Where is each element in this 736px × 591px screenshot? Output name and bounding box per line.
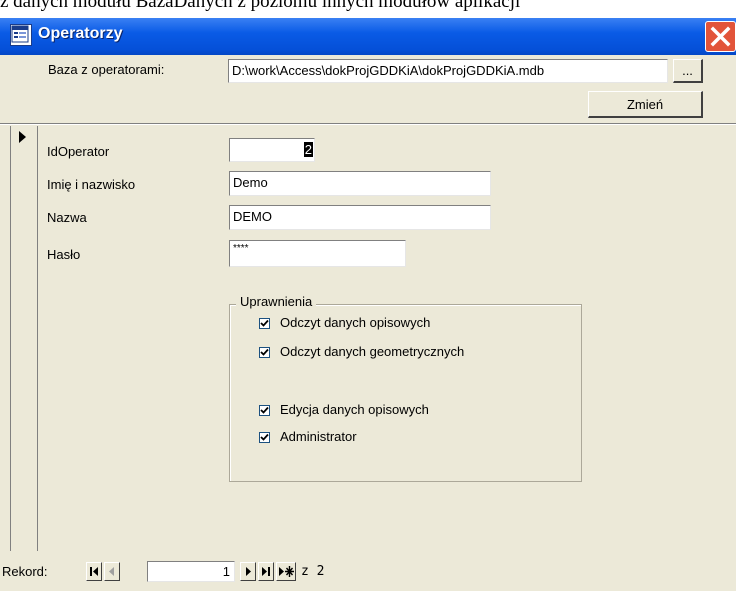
perm-edit-desc-checkbox[interactable]: [259, 405, 270, 416]
last-record-button[interactable]: [258, 562, 274, 581]
id-field[interactable]: 2: [229, 138, 315, 162]
next-record-icon: [246, 567, 251, 576]
perm-admin-checkbox[interactable]: [259, 432, 270, 443]
change-button[interactable]: Zmień: [588, 91, 703, 118]
new-record-button[interactable]: [276, 562, 296, 581]
previous-record-button[interactable]: [104, 562, 120, 581]
first-record-button[interactable]: [86, 562, 102, 581]
perm-read-desc-checkbox[interactable]: [259, 318, 270, 329]
record-selector-arrow-icon: [19, 131, 26, 143]
document-caption: z danych modułu BazaDanych z poziomu inn…: [0, 0, 521, 11]
form-icon: [10, 24, 32, 46]
first-record-icon: [90, 567, 98, 576]
checkmark-icon: [260, 433, 269, 441]
perm-admin-label: Administrator: [280, 429, 357, 444]
last-record-icon: [262, 567, 270, 576]
record-navigation-bar: Rekord: 1 z 2: [0, 551, 736, 591]
id-label: IdOperator: [47, 144, 110, 159]
new-record-icon: [279, 566, 294, 577]
checkmark-icon: [260, 348, 269, 356]
record-selector[interactable]: [10, 126, 38, 551]
perm-read-geom-checkbox[interactable]: [259, 347, 270, 358]
checkmark-icon: [260, 319, 269, 327]
header-divider-light: [0, 124, 736, 125]
window-title: Operatorzy: [38, 25, 123, 42]
perm-read-desc-label: Odczyt danych opisowych: [280, 315, 431, 330]
permissions-title: Uprawnienia: [236, 294, 317, 309]
title-bar[interactable]: Operatorzy: [0, 18, 736, 55]
login-field[interactable]: DEMO: [229, 205, 491, 230]
previous-record-icon: [109, 567, 114, 576]
checkmark-icon: [260, 406, 269, 414]
form-header: Baza z operatorami: D:\work\Access\dokPr…: [0, 55, 736, 124]
close-button[interactable]: [705, 21, 736, 52]
password-label: Hasło: [47, 247, 81, 262]
close-icon: [710, 26, 731, 47]
db-path-field[interactable]: D:\work\Access\dokProjGDDKiA\dokProjGDDK…: [228, 59, 668, 83]
db-label: Baza z operatorami:: [48, 62, 165, 77]
perm-edit-desc-label: Edycja danych opisowych: [280, 402, 429, 417]
next-record-button[interactable]: [240, 562, 256, 581]
browse-button[interactable]: ...: [673, 59, 703, 83]
login-label: Nazwa: [47, 210, 87, 225]
perm-read-geom-label: Odczyt danych geometrycznych: [280, 344, 465, 359]
record-label: Rekord:: [2, 564, 48, 579]
permissions-group: [229, 304, 582, 482]
record-total: z 2: [301, 564, 325, 579]
name-label: Imię i nazwisko: [47, 177, 136, 192]
password-field[interactable]: ****: [229, 240, 406, 267]
name-field[interactable]: Demo: [229, 171, 491, 196]
current-record-field[interactable]: 1: [147, 561, 235, 582]
operators-window: Operatorzy Baza z operatorami: D:\work\A…: [0, 18, 736, 591]
id-value: 2: [303, 142, 313, 157]
